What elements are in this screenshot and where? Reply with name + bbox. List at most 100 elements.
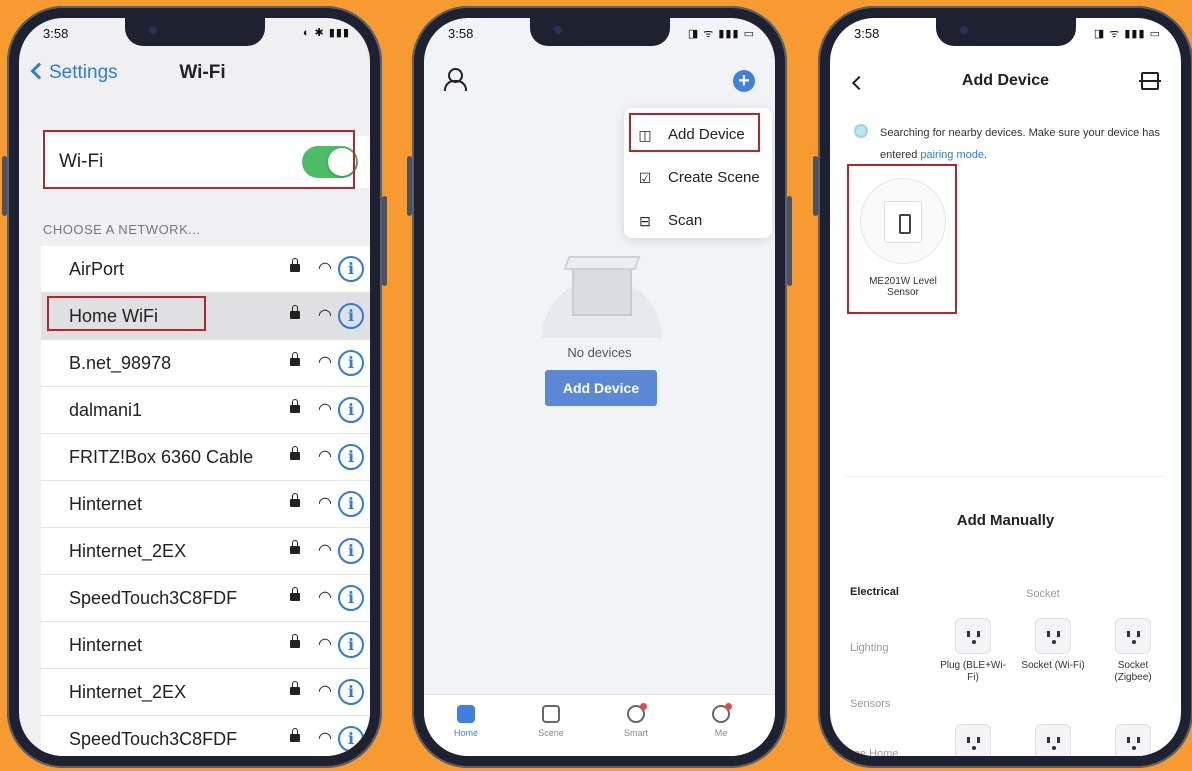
- user-icon[interactable]: [444, 68, 467, 91]
- lock-icon: [290, 352, 300, 366]
- wifi-signal-icon: ◠: [318, 260, 332, 277]
- nav-bar: Settings Wi-Fi: [19, 58, 370, 98]
- add-device-button[interactable]: Add Device: [545, 370, 657, 406]
- highlight-found-device: [847, 164, 957, 314]
- socket-icon: [1115, 724, 1151, 756]
- illustration-flap: [563, 256, 641, 270]
- pairing-mode-link[interactable]: pairing mode: [920, 149, 984, 161]
- info-icon[interactable]: i: [338, 679, 364, 705]
- status-icons: ◐ ✱ ▮▮▮: [302, 27, 350, 39]
- status-time: 3:58: [43, 26, 69, 41]
- device-socket-wifi[interactable]: Socket (Wi-Fi): [1018, 618, 1088, 672]
- tab-me[interactable]: Me: [691, 703, 751, 738]
- category-electrical[interactable]: Electrical: [850, 586, 899, 598]
- tab-home[interactable]: Home: [436, 705, 496, 738]
- plug-icon: [955, 618, 991, 654]
- category-lighting[interactable]: Lighting: [850, 642, 889, 654]
- status-icons: ◨ ᯤ ▮▮▮ ▭: [687, 28, 755, 40]
- highlight-add-device-menu: [629, 113, 760, 152]
- network-row[interactable]: B.net_98978 ◠ i: [41, 340, 370, 387]
- device-tile-partial[interactable]: [1018, 724, 1088, 756]
- lock-icon: [290, 681, 300, 695]
- info-icon[interactable]: i: [338, 491, 364, 517]
- info-icon[interactable]: i: [338, 726, 364, 752]
- tab-label: Home: [453, 728, 478, 738]
- tab-smart[interactable]: Smart: [606, 703, 666, 738]
- network-row[interactable]: Hinternet ◠ i: [41, 481, 370, 528]
- network-row[interactable]: SpeedTouch3C8FDF ◠ i: [41, 716, 370, 756]
- scan-icon[interactable]: [1139, 72, 1161, 90]
- device-label: Socket (Zigbee): [1114, 660, 1152, 683]
- smart-icon: [627, 703, 647, 723]
- lock-icon: [290, 258, 300, 272]
- tab-label: Scene: [538, 728, 564, 738]
- divider: [846, 476, 1165, 477]
- device-label: Plug (BLE+Wi-Fi): [940, 660, 1006, 683]
- wifi-signal-icon: ◠: [318, 683, 332, 700]
- lock-icon: [290, 305, 300, 319]
- socket-icon: [1035, 724, 1071, 756]
- menu-item-label: Create Scene: [668, 169, 760, 186]
- lock-icon: [290, 446, 300, 460]
- tab-scene[interactable]: Scene: [521, 705, 581, 738]
- socket-icon: [1115, 618, 1151, 654]
- lock-icon: [290, 634, 300, 648]
- info-icon[interactable]: i: [338, 444, 364, 470]
- wifi-signal-icon: ◠: [318, 401, 332, 418]
- network-row[interactable]: FRITZ!Box 6360 Cable ◠ i: [41, 434, 370, 481]
- wifi-signal-icon: ◠: [318, 730, 332, 747]
- device-tile-partial[interactable]: [1098, 724, 1168, 756]
- phone-add-device: 3:58 ◨ ᯤ ▮▮▮ ▭ Add Device Searching for …: [813, 6, 1192, 768]
- choose-network-header: CHOOSE A NETWORK...: [43, 222, 201, 237]
- network-row[interactable]: Hinternet_2EX ◠ i: [41, 528, 370, 575]
- lock-icon: [290, 587, 300, 601]
- wifi-signal-icon: ◠: [318, 307, 332, 324]
- me-icon: [712, 703, 732, 723]
- wifi-signal-icon: ◠: [318, 354, 332, 371]
- phone-app-home: 3:58 ◨ ᯤ ▮▮▮ ▭ + ◫ Add Device ☑ Create S…: [407, 6, 792, 768]
- info-icon[interactable]: i: [338, 397, 364, 423]
- device-socket-zigbee[interactable]: Socket (Zigbee): [1098, 618, 1168, 684]
- scan-icon: ⊟: [639, 213, 651, 229]
- network-name: dalmani1: [69, 400, 143, 420]
- socket-icon: [1035, 618, 1071, 654]
- network-name: FRITZ!Box 6360 Cable: [69, 447, 254, 467]
- info-icon[interactable]: i: [338, 256, 364, 282]
- notification-badge: [725, 703, 732, 710]
- notch: [935, 18, 1076, 46]
- network-name: AirPort: [69, 259, 125, 279]
- network-row[interactable]: SpeedTouch3C8FDF ◠ i: [41, 575, 370, 622]
- wifi-signal-icon: ◠: [318, 542, 332, 559]
- notch: [124, 18, 265, 46]
- notification-badge: [640, 703, 647, 710]
- network-row[interactable]: AirPort ◠ i: [41, 246, 370, 293]
- plus-icon[interactable]: +: [733, 70, 755, 92]
- category-large-home[interactable]: arge Home: [844, 748, 898, 756]
- device-label: Socket (Wi-Fi): [1021, 660, 1085, 671]
- searching-message: Searching for nearby devices. Make sure …: [880, 122, 1170, 166]
- wifi-settings-screen: 3:58 ◐ ✱ ▮▮▮ Settings Wi-Fi Wi-Fi CHOOSE…: [19, 18, 370, 756]
- info-icon[interactable]: i: [338, 350, 364, 376]
- empty-box-illustration: [542, 238, 662, 338]
- device-plug-ble-wifi[interactable]: Plug (BLE+Wi-Fi): [938, 618, 1008, 684]
- network-name: Hinternet_2EX: [69, 541, 187, 561]
- info-icon[interactable]: i: [338, 538, 364, 564]
- category-sensors[interactable]: Sensors: [850, 698, 890, 710]
- lock-icon: [290, 493, 300, 507]
- wifi-signal-icon: ◠: [318, 636, 332, 653]
- network-row[interactable]: Hinternet ◠ i: [41, 622, 370, 669]
- socket-icon: [955, 724, 991, 756]
- wifi-signal-icon: ◠: [318, 589, 332, 606]
- network-row[interactable]: dalmani1 ◠ i: [41, 387, 370, 434]
- searching-end: .: [983, 149, 988, 161]
- lock-icon: [290, 399, 300, 413]
- info-icon[interactable]: i: [338, 303, 364, 329]
- network-row[interactable]: Hinternet_2EX ◠ i: [41, 669, 370, 716]
- highlight-home-wifi: [47, 296, 206, 331]
- device-tile-partial[interactable]: [938, 724, 1008, 756]
- status-time: 3:58: [448, 26, 474, 41]
- page-title: Add Device: [961, 72, 1050, 89]
- info-icon[interactable]: i: [338, 632, 364, 658]
- info-icon[interactable]: i: [338, 585, 364, 611]
- network-name: Hinternet: [69, 635, 143, 655]
